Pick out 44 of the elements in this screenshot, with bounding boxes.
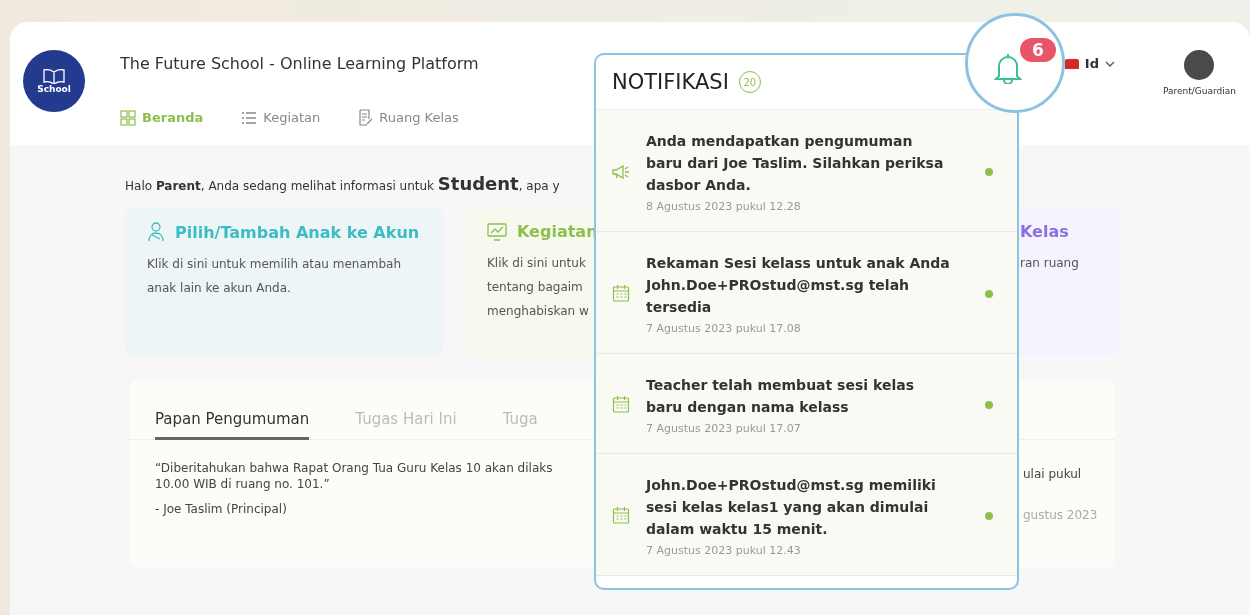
- notification-title: NOTIFIKASI: [612, 70, 729, 94]
- card-description: Klik di sini untuk tentang bagaim menghabiskan w: [487, 255, 589, 320]
- notification-item[interactable]: Anda mendapatkan pengumuman baru dari Joe Taslim. Silahkan periksa dasbor Anda. 8 Agustus 2023 pukul 12.28: [596, 110, 1017, 232]
- profile-label: Parent/Guardian: [1163, 86, 1236, 96]
- school-logo: School: [23, 50, 85, 112]
- announcement-author: - Joe Taslim (Principal): [155, 502, 288, 516]
- notification-date: 7 Agustus 2023 pukul 12.43: [646, 544, 802, 557]
- card-description: ran ruang: [1020, 255, 1079, 272]
- nav-tab[interactable]: Kegiatan: [241, 109, 321, 126]
- card-title: Pilih/Tambah Anak ke Akun: [175, 222, 420, 242]
- platform-title: The Future School - Online Learning Platform: [120, 54, 479, 73]
- notification-date: 7 Agustus 2023 pukul 17.07: [646, 422, 802, 435]
- notification-date: 8 Agustus 2023 pukul 12.28: [646, 200, 802, 213]
- list-icon: [241, 110, 258, 125]
- calendar-icon: [612, 396, 630, 413]
- nav-tab[interactable]: Ruang Kelas: [358, 109, 459, 126]
- card-title: Kelas: [1020, 222, 1069, 241]
- avatar[interactable]: [1184, 50, 1215, 80]
- document-icon: [358, 109, 374, 126]
- notification-item[interactable]: John.Doe+PROstud@mst.sg memiliki sesi kelas kelas1 yang akan dimulai dalam waktu 15 menit. 7 Agustus 2023 pukul 12.43: [596, 454, 1017, 576]
- notification-text: Teacher telah membuat sesi kelas baru dengan nama kelass: [646, 376, 915, 417]
- action-card[interactable]: Pilih/Tambah Anak ke Akun Klik di sini untuk memilih atau menambah anak lain ke akun Anda.: [125, 208, 443, 356]
- grid-icon: [120, 109, 136, 126]
- board-tab[interactable]: Papan Pengumuman: [155, 404, 310, 440]
- card-title: Kegiatan: [517, 222, 598, 241]
- notification-text: John.Doe+PROstud@mst.sg memiliki sesi kelas kelas1 yang akan dimulai dalam waktu 15 menit.: [646, 476, 937, 539]
- megaphone-icon: [612, 164, 630, 179]
- announcement-text: “Diberitahukan bahwa Rapat Orang Tua Guru Kelas 10 akan dilaks 10.00 WIB di ruang no. 101.”: [155, 460, 554, 492]
- notification-text: Anda mendapatkan pengumuman baru dari Joe Taslim. Silahkan periksa dasbor Anda.: [646, 132, 945, 195]
- chevron-down-icon: [1105, 60, 1115, 67]
- greeting-text: Halo Parent, Anda sedang melihat informasi untuk Student, apa y: [125, 173, 560, 194]
- calendar-icon: [612, 507, 630, 524]
- card-description: Klik di sini untuk memilih atau menambah anak lain ke akun Anda.: [147, 256, 402, 297]
- notification-item[interactable]: Teacher telah membuat sesi kelas baru dengan nama kelass 7 Agustus 2023 pukul 17.07: [596, 354, 1017, 454]
- notification-badge: 6: [1020, 38, 1056, 62]
- calendar-icon: [612, 285, 630, 302]
- announcement-date: gustus 2023: [1023, 508, 1099, 522]
- language-selector[interactable]: Id: [1064, 56, 1115, 71]
- notification-date: 7 Agustus 2023 pukul 17.08: [646, 322, 802, 335]
- notification-text: Rekaman Sesi kelass untuk anak Anda John.Doe+PROstud@mst.sg telah tersedia: [646, 254, 951, 317]
- monitor-chart-icon: [487, 222, 507, 241]
- announcement-text: ulai pukul: [1023, 467, 1083, 481]
- person-icon: [147, 222, 165, 242]
- notification-item[interactable]: Rekaman Sesi kelass untuk anak Anda John.Doe+PROstud@mst.sg telah tersedia 7 Agustus 2023 pukul 17.08: [596, 232, 1017, 354]
